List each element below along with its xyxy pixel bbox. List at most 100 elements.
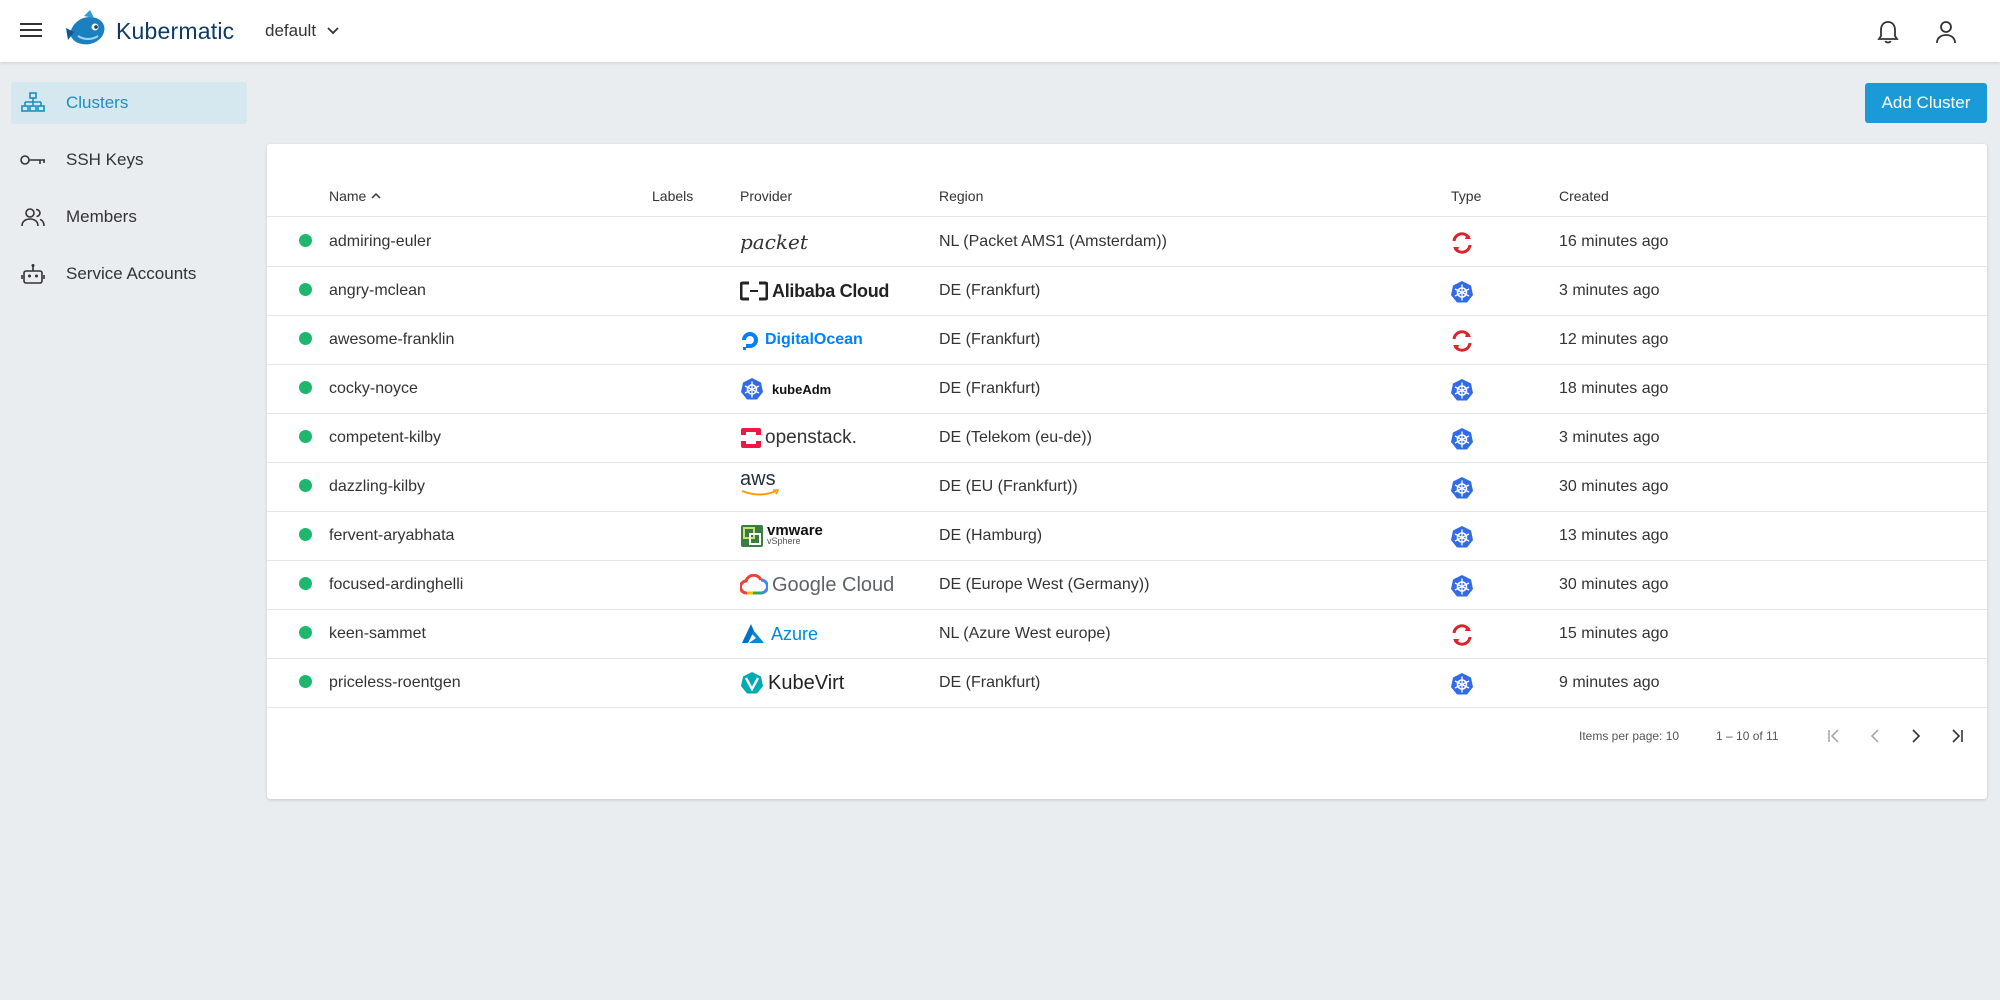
items-per-page-label[interactable]: Items per page: 10 <box>1579 729 1679 743</box>
table-row[interactable]: priceless-roentgen KubeVirt DE (Frankfur… <box>267 659 1987 708</box>
provider-azure-logo: Azure <box>740 620 818 648</box>
column-header-labels: Labels <box>652 188 694 204</box>
table-row[interactable]: dazzling-kilby aws DE (EU (Frankfurt)) 3… <box>267 463 1987 512</box>
table-row[interactable]: competent-kilby openstack. DE (Telekom (… <box>267 414 1987 463</box>
cluster-name: awesome-franklin <box>329 331 455 348</box>
cluster-name: keen-sammet <box>329 625 426 642</box>
last-page-icon[interactable] <box>1942 721 1972 751</box>
cluster-name: angry-mclean <box>329 282 426 299</box>
openshift-icon <box>1452 330 1472 352</box>
cluster-region: DE (EU (Frankfurt)) <box>939 478 1078 495</box>
project-selector[interactable]: default <box>265 21 340 41</box>
cluster-created: 3 minutes ago <box>1559 282 1660 299</box>
robot-icon <box>20 263 46 285</box>
cluster-created: 30 minutes ago <box>1559 576 1669 593</box>
status-running-dot <box>299 332 312 345</box>
cluster-region: DE (Frankfurt) <box>939 674 1041 691</box>
kubernetes-icon <box>1451 673 1473 695</box>
previous-page-icon[interactable] <box>1860 721 1890 751</box>
cluster-region: DE (Europe West (Germany)) <box>939 576 1150 593</box>
table-row[interactable]: awesome-franklin DigitalOcean DE (Frankf… <box>267 316 1987 365</box>
status-running-dot <box>299 479 312 492</box>
sidebar: Clusters SSH Keys Members Service Accoun… <box>0 62 250 1000</box>
cluster-name: fervent-aryabhata <box>329 527 455 544</box>
provider-vsphere-logo: vmware vSphere <box>740 522 823 550</box>
sort-ascending-icon <box>371 192 381 199</box>
status-running-dot <box>299 577 312 590</box>
page-range-label: 1 – 10 of 11 <box>1716 729 1779 743</box>
status-running-dot <box>299 626 312 639</box>
table-row[interactable]: fervent-aryabhata vmware vSphere DE (Ham… <box>267 512 1987 561</box>
chevron-down-icon <box>327 27 339 35</box>
sidebar-item-label: Members <box>66 207 137 226</box>
cluster-region: DE (Frankfurt) <box>939 282 1041 299</box>
top-bar: Kubermatic default <box>0 0 2000 62</box>
cluster-created: 18 minutes ago <box>1559 380 1669 397</box>
cluster-created: 12 minutes ago <box>1559 331 1669 348</box>
provider-kubevirt-logo: KubeVirt <box>740 669 844 697</box>
sidebar-item-ssh-keys[interactable]: SSH Keys <box>11 139 247 181</box>
cluster-region: DE (Telekom (eu-de)) <box>939 429 1092 446</box>
cluster-name: admiring-euler <box>329 233 432 250</box>
members-icon <box>20 206 46 228</box>
status-running-dot <box>299 528 312 541</box>
provider-digitalocean-logo: DigitalOcean <box>740 326 863 354</box>
provider-packet-logo: packet <box>740 230 808 254</box>
table-row[interactable]: angry-mclean Alibaba Cloud DE (Frankfurt… <box>267 267 1987 316</box>
table-row[interactable]: focused-ardinghelli Google Cloud DE (Eur… <box>267 561 1987 610</box>
provider-kubeadm-logo: kubeAdm <box>740 375 831 403</box>
cluster-created: 13 minutes ago <box>1559 527 1669 544</box>
status-running-dot <box>299 430 312 443</box>
cluster-created: 16 minutes ago <box>1559 233 1669 250</box>
sidebar-item-label: Clusters <box>66 93 129 112</box>
notifications-bell-icon[interactable] <box>1873 17 1903 47</box>
sidebar-item-members[interactable]: Members <box>11 196 247 238</box>
cluster-created: 15 minutes ago <box>1559 625 1669 642</box>
clusters-table-card: Name Labels Provider Region Type Created… <box>267 144 1987 799</box>
kubernetes-icon <box>1451 477 1473 499</box>
cluster-name: cocky-noyce <box>329 380 418 397</box>
app-brand[interactable]: Kubermatic <box>116 18 234 45</box>
table-row[interactable]: cocky-noyce kubeAdm DE (Frankfurt) 18 mi… <box>267 365 1987 414</box>
cluster-name: focused-ardinghelli <box>329 576 464 593</box>
table-row[interactable]: keen-sammet Azure NL (Azure West europe)… <box>267 610 1987 659</box>
column-header-label: Name <box>329 188 367 204</box>
table-row[interactable]: admiring-euler packet NL (Packet AMS1 (A… <box>267 218 1987 267</box>
project-name: default <box>265 21 317 40</box>
cluster-region: DE (Frankfurt) <box>939 380 1041 397</box>
next-page-icon[interactable] <box>1901 721 1931 751</box>
provider-aws-logo: aws <box>740 469 780 497</box>
kubermatic-logo <box>66 10 105 45</box>
kubernetes-icon <box>1451 575 1473 597</box>
cluster-name: dazzling-kilby <box>329 478 426 495</box>
cluster-created: 3 minutes ago <box>1559 429 1660 446</box>
sidebar-item-clusters[interactable]: Clusters <box>11 82 247 124</box>
provider-google-cloud-logo: Google Cloud <box>740 571 894 599</box>
status-running-dot <box>299 381 312 394</box>
sidebar-item-service-accounts[interactable]: Service Accounts <box>11 253 247 295</box>
column-header-type: Type <box>1451 188 1482 204</box>
column-header-name[interactable]: Name <box>329 188 382 204</box>
cluster-created: 9 minutes ago <box>1559 674 1660 691</box>
first-page-icon[interactable] <box>1819 721 1849 751</box>
kubernetes-icon <box>1451 526 1473 548</box>
table-header: Name Labels Provider Region Type Created <box>267 174 1987 217</box>
sidebar-item-label: Service Accounts <box>66 264 197 283</box>
cluster-region: NL (Azure West europe) <box>939 625 1111 642</box>
sidebar-item-label: SSH Keys <box>66 150 144 169</box>
column-header-created: Created <box>1559 188 1609 204</box>
cluster-region: NL (Packet AMS1 (Amsterdam)) <box>939 233 1167 250</box>
menu-icon[interactable] <box>18 19 44 43</box>
cluster-name: priceless-roentgen <box>329 674 461 691</box>
kubernetes-icon <box>1451 428 1473 450</box>
account-user-icon[interactable] <box>1931 17 1961 47</box>
kubernetes-icon <box>1451 281 1473 303</box>
status-running-dot <box>299 234 312 247</box>
cluster-name: competent-kilby <box>329 429 442 446</box>
cluster-region: DE (Hamburg) <box>939 527 1043 544</box>
openshift-icon <box>1452 232 1472 254</box>
add-cluster-button[interactable]: Add Cluster <box>1865 83 1987 123</box>
provider-openstack-logo: openstack. <box>740 424 857 452</box>
column-header-provider: Provider <box>740 188 793 204</box>
paginator: Items per page: 10 1 – 10 of 11 <box>267 721 1987 761</box>
